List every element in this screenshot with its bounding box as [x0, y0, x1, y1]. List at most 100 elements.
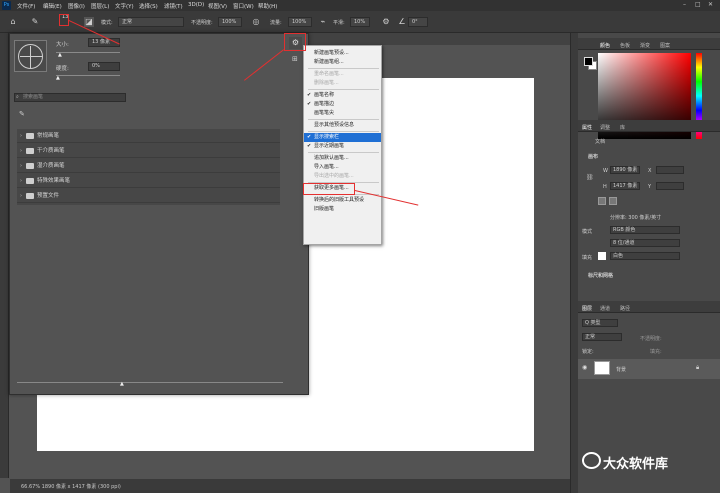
menu-layer[interactable]: 图层(L) — [91, 2, 109, 10]
home-icon[interactable]: ⌂ — [8, 17, 18, 27]
hardness-slider[interactable] — [56, 75, 120, 76]
folder-icon — [26, 193, 34, 199]
canvas-section[interactable]: 画布 — [588, 153, 598, 160]
menu-view[interactable]: 视图(V) — [208, 2, 227, 10]
fill-color-swatch[interactable] — [598, 252, 606, 260]
tab-swatches[interactable]: 色板 — [620, 42, 630, 49]
smoothing-field[interactable]: 10% — [350, 17, 370, 27]
list-item[interactable]: › 湿介质画笔 — [17, 159, 280, 173]
brush-tool-icon[interactable]: ✎ — [30, 17, 40, 27]
menu-select[interactable]: 选择(S) — [139, 2, 158, 10]
tab-adjustments[interactable]: 调整 — [600, 124, 610, 131]
hardness-field[interactable]: 0% — [88, 62, 120, 71]
chevron-right-icon[interactable]: › — [20, 129, 22, 143]
menu-item[interactable]: 新建画笔组... — [304, 58, 381, 67]
brush-search-input[interactable]: 搜索画笔 — [14, 93, 126, 102]
tab-properties[interactable]: 属性 — [582, 124, 592, 131]
blend-mode-select[interactable]: 正常 — [582, 333, 622, 341]
menu-item[interactable]: 转换后的旧版工具预设 — [304, 196, 381, 205]
hardness-label: 硬度: — [56, 66, 69, 72]
highlight-box — [59, 14, 69, 26]
rulers-grids-section[interactable]: 标尺和网格 — [588, 272, 613, 279]
opacity-field[interactable]: 100% — [218, 17, 242, 27]
tab-paths[interactable]: 路径 — [620, 305, 630, 312]
hardness-slider-handle[interactable]: ▲ — [56, 75, 60, 81]
menu-item[interactable]: ✔ 显示搜索栏 — [304, 133, 381, 142]
tab-gradients[interactable]: 渐变 — [640, 42, 650, 49]
brush-folder-list: › 常规画笔 › 干介质画笔 › 湿介质画笔 › 特殊效果画笔 › 预置文件 — [17, 129, 280, 205]
close-icon[interactable]: ✕ — [708, 1, 713, 8]
folder-icon — [26, 148, 34, 154]
minimize-icon[interactable]: – — [683, 1, 686, 8]
menu-image[interactable]: 图像(I) — [68, 2, 85, 10]
menu-separator — [308, 89, 379, 90]
opacity-label: 不透明度: — [191, 20, 213, 26]
options-bar: ⌂ ✎ 13 ◪ 模式: 正常 不透明度: 100% ◎ 流量: 100% ⌁ … — [0, 11, 720, 33]
color-mode-select[interactable]: RGB 颜色 — [610, 226, 680, 234]
recent-brush-icon[interactable]: ✎ — [19, 110, 25, 118]
menu-item[interactable]: 新建画笔预设... — [304, 49, 381, 58]
x-field[interactable] — [656, 166, 684, 174]
angle-field[interactable]: 0° — [408, 17, 428, 27]
menu-item: 删除画笔... — [314, 80, 339, 86]
list-item[interactable]: › 常规画笔 — [17, 129, 280, 143]
size-slider-handle[interactable]: ▲ — [58, 52, 62, 58]
landscape-icon[interactable] — [609, 197, 617, 205]
menu-item[interactable]: ✔ 画笔描边 — [304, 100, 381, 109]
menu-item[interactable]: 旧版画笔 — [304, 205, 381, 214]
list-item[interactable]: › 干介质画笔 — [17, 144, 280, 158]
menu-window[interactable]: 窗口(W) — [233, 2, 254, 10]
menu-separator — [308, 119, 379, 120]
chevron-right-icon[interactable]: › — [20, 159, 22, 173]
fill-select[interactable]: 白色 — [610, 252, 680, 260]
layer-name[interactable]: 背景 — [616, 366, 626, 373]
chevron-right-icon[interactable]: › — [20, 144, 22, 158]
layer-kind-filter[interactable]: Q 类型 — [582, 319, 618, 327]
menu-filter[interactable]: 滤镜(T) — [164, 2, 183, 10]
menu-item: 导出选中的画笔... — [314, 173, 354, 179]
list-item[interactable]: › 预置文件 — [17, 189, 280, 203]
mode-select[interactable]: 正常 — [118, 17, 184, 27]
chevron-right-icon[interactable]: › — [20, 174, 22, 188]
menu-item[interactable]: 导入画笔... — [304, 163, 381, 172]
maximize-icon[interactable]: □ — [695, 1, 701, 8]
tab-channels[interactable]: 通道 — [600, 305, 610, 312]
menu-item[interactable]: 追加默认画笔... — [304, 154, 381, 163]
menu-item[interactable]: ✔ 画笔名称 — [304, 91, 381, 100]
bit-depth-select[interactable]: 8 位/通道 — [610, 239, 680, 247]
menu-item[interactable]: ✔ 显示近期画笔 — [304, 142, 381, 151]
menu-edit[interactable]: 编辑(E) — [43, 2, 62, 10]
menu-file[interactable]: 文件(F) — [17, 2, 35, 10]
tab-libraries[interactable]: 库 — [620, 124, 625, 131]
menu-item[interactable]: 画笔笔尖 — [304, 109, 381, 118]
y-field[interactable] — [656, 182, 684, 190]
foreground-color-swatch[interactable] — [584, 57, 593, 66]
preview-size-handle[interactable]: ▲ — [120, 381, 124, 387]
pressure-opacity-icon[interactable]: ◎ — [251, 17, 261, 27]
chevron-right-icon[interactable]: › — [20, 189, 22, 203]
portrait-icon[interactable] — [598, 197, 606, 205]
gear-icon[interactable]: ⚙ — [381, 17, 391, 27]
airbrush-icon[interactable]: ⌁ — [318, 17, 328, 27]
brush-settings-icon[interactable]: ◪ — [84, 17, 94, 27]
layer-row[interactable]: ◉ 背景 🔒︎ — [578, 359, 720, 379]
tab-layers[interactable]: 图层 — [582, 305, 592, 312]
link-icon[interactable]: ⛓ — [586, 174, 594, 181]
tab-patterns[interactable]: 图案 — [660, 42, 670, 49]
menu-item[interactable]: 显示其他预设信息 — [304, 121, 381, 130]
menu-help[interactable]: 帮助(H) — [258, 2, 277, 10]
size-slider[interactable] — [56, 52, 120, 53]
height-field[interactable]: 1417 像素 — [610, 182, 640, 190]
list-item[interactable]: › 特殊效果画笔 — [17, 174, 280, 188]
width-field[interactable]: 1890 像素 — [610, 166, 640, 174]
preview-size-slider[interactable] — [17, 382, 283, 383]
eye-icon[interactable]: ◉ — [582, 364, 587, 371]
document-label: 文档 — [595, 139, 606, 145]
menu-3d[interactable]: 3D(D) — [188, 2, 204, 8]
flow-field[interactable]: 100% — [288, 17, 312, 27]
tab-color[interactable]: 颜色 — [600, 42, 610, 49]
menu-type[interactable]: 文字(Y) — [115, 2, 134, 10]
new-brush-icon[interactable]: ⊞ — [292, 55, 298, 63]
watermark-text: 大众软件库 — [603, 457, 669, 472]
brush-angle-preview[interactable] — [14, 40, 47, 72]
